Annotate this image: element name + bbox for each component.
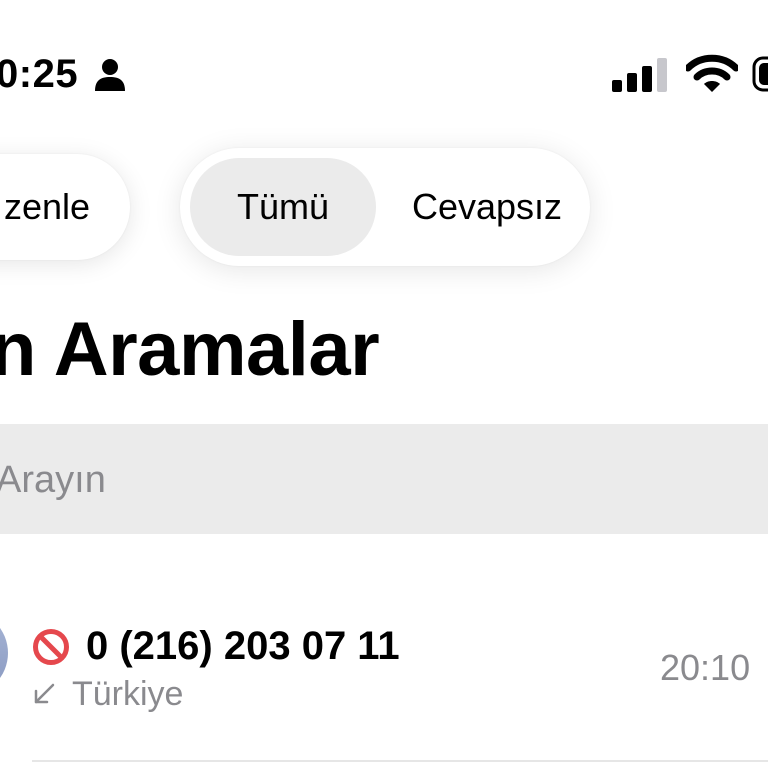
segment-missed[interactable]: Cevapsız — [394, 158, 580, 256]
contact-avatar — [0, 610, 8, 696]
call-location: Türkiye — [72, 675, 184, 713]
search-field[interactable] — [0, 424, 768, 534]
page-title: n Aramalar — [0, 307, 380, 392]
edit-button[interactable]: zenle — [0, 154, 130, 260]
signal-icon — [612, 58, 667, 92]
call-time: 20:10 — [660, 647, 751, 688]
status-time: 0:25 — [0, 52, 79, 96]
edit-button-label: zenle — [3, 186, 90, 227]
row-divider — [32, 760, 768, 762]
search-placeholder: Arayın — [0, 459, 106, 501]
segment-missed-label: Cevapsız — [411, 186, 563, 227]
person-icon — [95, 59, 125, 91]
segment-all[interactable]: Tümü — [190, 158, 376, 256]
battery-icon — [752, 56, 768, 92]
call-filter-segmented-control: Tümü Cevapsız — [180, 148, 590, 266]
call-number: 0 (216) 203 07 11 — [86, 624, 400, 668]
recents-screen: 0:25 zenle Tümü Cevapsız n Aramalar Aray… — [0, 0, 768, 768]
blocked-icon — [33, 629, 69, 665]
wifi-icon — [686, 54, 738, 92]
segment-all-label: Tümü — [236, 186, 330, 227]
incoming-call-icon — [34, 683, 55, 704]
